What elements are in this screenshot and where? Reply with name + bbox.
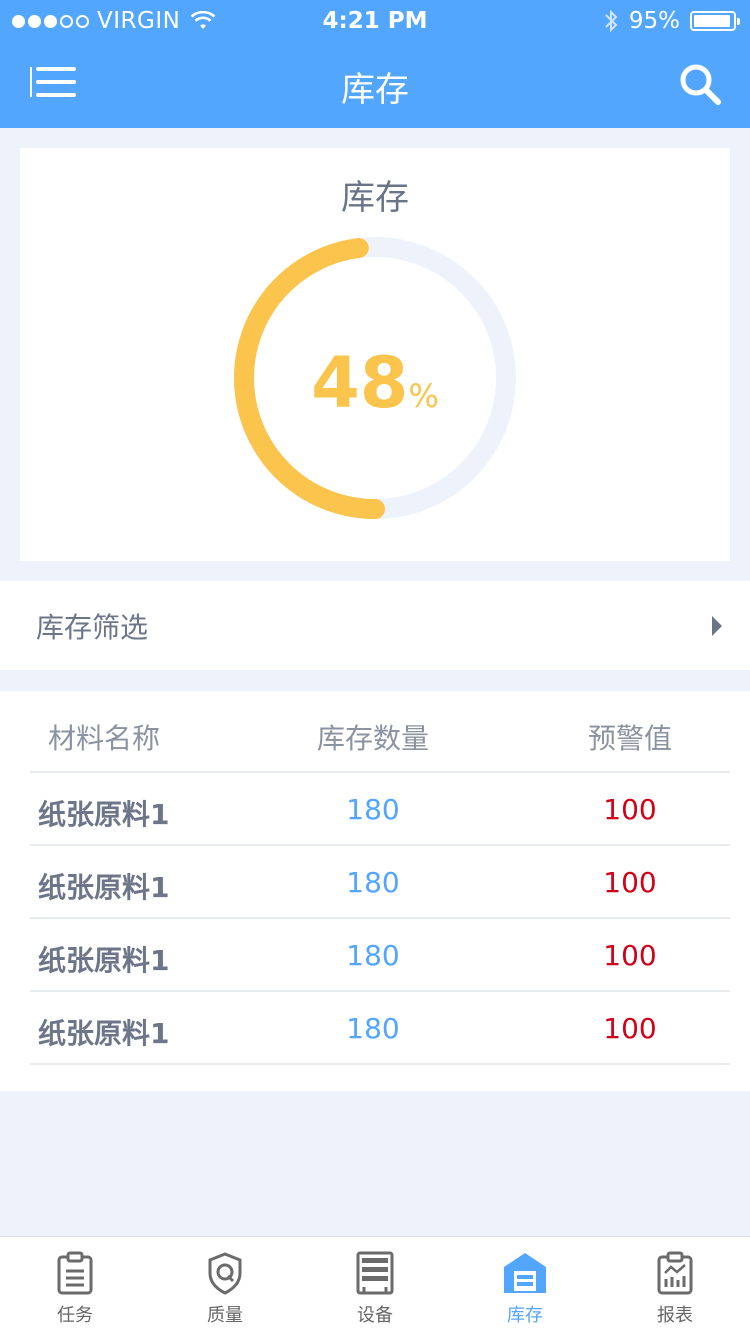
status-bar: VIRGIN 4:21 PM 95% (0, 0, 750, 42)
header-warning-value: 预警值 (587, 722, 672, 755)
filter-label: 库存筛选 (36, 610, 149, 644)
tab-equipment[interactable]: 设备 (300, 1237, 450, 1334)
material-name: 纸张原料1 (38, 1017, 170, 1050)
header-stock-qty: 库存数量 (316, 722, 429, 755)
material-name: 纸张原料1 (38, 871, 170, 904)
report-icon (657, 1251, 693, 1295)
tab-label: 报表 (657, 1305, 693, 1326)
top-bar: VIRGIN 4:21 PM 95% 库存 (0, 0, 750, 128)
warning-value: 100 (603, 793, 657, 826)
material-name: 纸张原料1 (38, 944, 170, 977)
warehouse-icon (504, 1253, 546, 1293)
stock-qty: 180 (346, 866, 400, 899)
tab-label: 库存 (507, 1305, 543, 1326)
table-row[interactable]: 纸张原料1 180 100 (30, 773, 730, 846)
tab-label: 质量 (207, 1305, 243, 1326)
gauge-unit: % (408, 377, 439, 415)
table-row[interactable]: 纸张原料1 180 100 (30, 846, 730, 919)
header-material-name: 材料名称 (48, 722, 161, 755)
search-icon[interactable] (678, 62, 722, 106)
table-row[interactable]: 纸张原料1 180 100 (30, 919, 730, 992)
tab-task[interactable]: 任务 (0, 1237, 150, 1334)
chevron-right-icon (712, 616, 722, 636)
tab-bar: 任务 质量 设备 库存 报表 (0, 1236, 750, 1334)
server-rack-icon (356, 1251, 394, 1295)
tab-inventory[interactable]: 库存 (450, 1237, 600, 1334)
stock-qty: 180 (346, 1012, 400, 1045)
page-title: 库存 (341, 70, 409, 110)
clipboard-icon (57, 1251, 93, 1295)
stock-qty: 180 (346, 939, 400, 972)
warning-value: 100 (603, 866, 657, 899)
gauge-number: 48 (311, 342, 409, 424)
nav-bar: 库存 (0, 42, 750, 128)
warning-value: 100 (603, 1012, 657, 1045)
battery-percent: 95% (628, 8, 680, 34)
material-name: 纸张原料1 (38, 798, 170, 831)
battery-icon (690, 11, 740, 31)
inventory-filter-row[interactable]: 库存筛选 (0, 581, 750, 670)
bluetooth-icon (605, 9, 618, 33)
warning-value: 100 (603, 939, 657, 972)
stock-qty: 180 (346, 793, 400, 826)
gauge-title: 库存 (341, 178, 409, 218)
tab-quality[interactable]: 质量 (150, 1237, 300, 1334)
inventory-gauge-card: 库存 48% (20, 148, 730, 561)
tab-label: 设备 (357, 1305, 393, 1326)
inventory-table: 材料名称 库存数量 预警值 纸张原料1 180 100 纸张原料1 180 10… (0, 691, 750, 1091)
gauge-value: 48% (20, 342, 730, 424)
tab-label: 任务 (57, 1305, 93, 1326)
shield-icon (208, 1252, 242, 1295)
tab-report[interactable]: 报表 (600, 1237, 750, 1334)
table-row[interactable]: 纸张原料1 180 100 (30, 992, 730, 1065)
table-header: 材料名称 库存数量 预警值 (30, 691, 730, 773)
